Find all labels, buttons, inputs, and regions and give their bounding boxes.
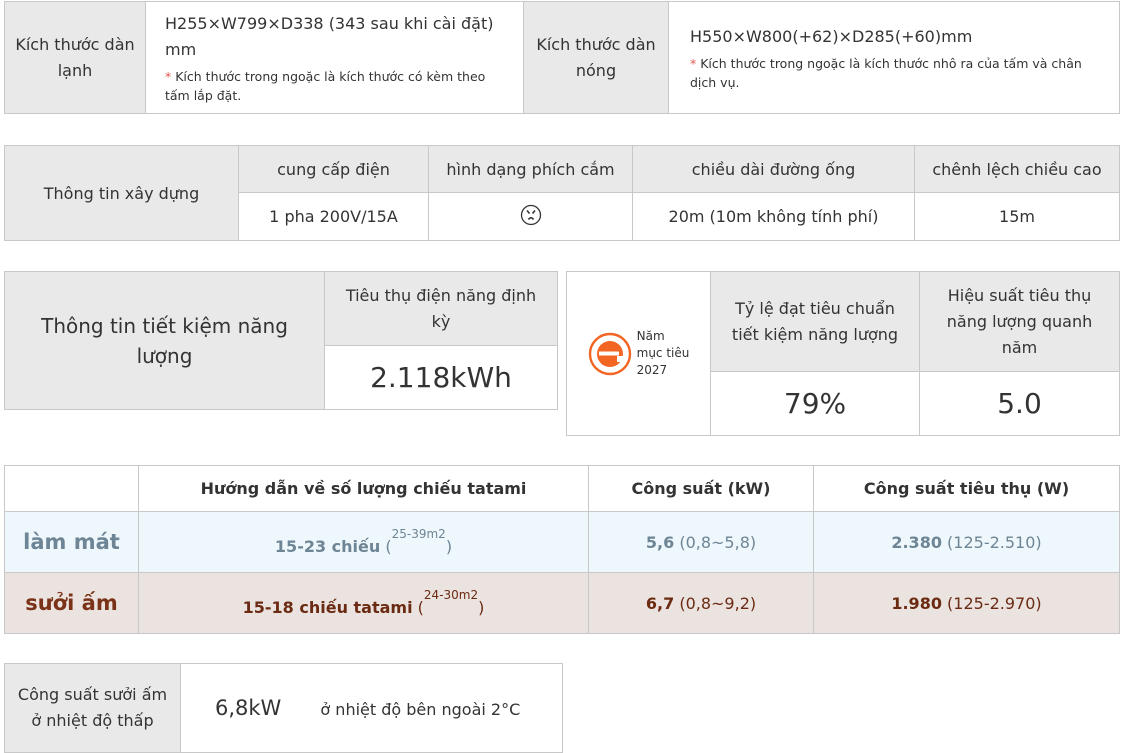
header-tatami-guide: Hướng dẫn về số lượng chiếu tatami [138,465,589,512]
outdoor-dimension-value-cell: H550×W800(+62)×D285(+60)mm * Kích thước … [668,1,1120,114]
consumption-value: 2.118kWh [324,345,558,410]
logo-text-line-3: 2027 [636,363,668,377]
header-power-supply: cung cấp điện [238,145,429,193]
power-supply-value: 1 pha 200V/15A [238,192,429,241]
indoor-note-text: Kích thước trong ngoặc là kích thước có … [165,68,486,103]
outdoor-dimension-note: * Kích thước trong ngoặc là kích thước n… [670,54,1118,92]
outdoor-dimension-label-cell: Kích thước dàn nóng [523,1,669,114]
low-temp-value-cell: 6,8kW ở nhiệt độ bên ngoài 2°C [180,663,563,753]
heating-capacity-range: (0,8~9,2) [679,593,757,613]
dimensions-table: Kích thước dàn lạnh H255×W799×D338 (343 … [4,1,1120,114]
indoor-dimension-value-cell: H255×W799×D338 (343 sau khi cài đặt) mm … [145,1,524,114]
construction-table: Thông tin xây dựng cung cấp điện hình dạ… [4,145,1120,241]
heating-area-paren: (24-30m2) [417,588,485,617]
heating-tatami-cell: 15-18 chiếu tatami (24-30m2) [138,572,589,634]
heating-capacity-cell: 6,7 (0,8~9,2) [588,572,814,634]
cooling-power-cell: 2.380 (125-2.510) [813,511,1120,573]
header-pipe-length: chiều dài đường ống [632,145,915,193]
indoor-dimension-value: H255×W799×D338 (343 sau khi cài đặt) mm [165,13,494,59]
low-temp-label-cell: Công suất sưởi ấm ở nhiệt độ thấp [4,663,181,753]
annual-value: 5.0 [919,371,1120,436]
performance-table: Hướng dẫn về số lượng chiếu tatami Công … [4,465,1120,634]
outdoor-dimension-value: H550×W800(+62)×D285(+60)mm [690,26,973,46]
consumption-label: Tiêu thụ điện năng định kỳ [345,285,537,331]
outdoor-note-text: Kích thước trong ngoặc là kích thước nhô… [690,55,1082,90]
pipe-length-value: 20m (10m không tính phí) [632,192,915,241]
logo-text-line-2: mục tiêu [636,346,690,360]
annual-label-cell: Hiệu suất tiêu thụ năng lượng quanh năm [919,271,1120,372]
indoor-dimension-label-cell: Kích thước dàn lạnh [4,1,146,114]
heating-label: sưởi ấm [4,572,139,634]
indoor-dimension-label: Kích thước dàn lạnh [15,34,135,80]
cooling-tatami: 15-23 chiếu [274,537,381,556]
outdoor-dimension-label: Kích thước dàn nóng [536,34,656,80]
heating-power-range: (125-2.970) [947,593,1042,613]
header-capacity: Công suất (kW) [588,465,814,512]
indoor-dimension-note: * Kích thước trong ngoặc là kích thước c… [147,67,522,105]
target-year-logo: Năm mục tiêu 2027 [568,328,709,379]
cooling-power: 2.380 [891,532,942,552]
note-asterisk: * [165,68,172,84]
header-plug-shape: hình dạng phích cắm [428,145,633,193]
height-difference-value: 15m [914,192,1120,241]
cooling-tatami-area: 25-39m2 [391,527,446,541]
energy-efficiency-table: Năm mục tiêu 2027 Tỷ lệ đạt tiêu chuẩn t… [566,271,1120,436]
rate-value: 79% [710,371,920,436]
cooling-capacity-cell: 5,6 (0,8~5,8) [588,511,814,573]
heating-power: 1.980 [891,593,942,613]
cooling-power-range: (125-2.510) [947,532,1042,552]
plug-shape-icon [520,204,541,225]
energy-title: Thông tin tiết kiệm năng lượng [41,313,288,368]
cooling-capacity: 5,6 [645,532,675,552]
heating-tatami-area: 24-30m2 [423,588,479,602]
target-year-text: Năm mục tiêu 2027 [637,328,690,379]
heating-row: sưởi ấm 15-18 chiếu tatami (24-30m2) 6,7… [4,572,1120,634]
rate-label: Tỷ lệ đạt tiêu chuẩn tiết kiệm năng lượn… [731,298,899,344]
target-year-logo-cell: Năm mục tiêu 2027 [566,271,711,436]
energy-info-table: Thông tin tiết kiệm năng lượng Tiêu thụ … [4,271,558,410]
heating-tatami: 15-18 chiếu tatami [242,598,413,617]
cooling-tatami-cell: 15-23 chiếu (25-39m2) [138,511,589,573]
rate-label-cell: Tỷ lệ đạt tiêu chuẩn tiết kiệm năng lượn… [710,271,920,372]
annual-label: Hiệu suất tiêu thụ năng lượng quanh năm [946,285,1093,357]
logo-text-line-1: Năm [636,329,665,343]
heating-capacity: 6,7 [645,593,675,613]
energy-title-cell: Thông tin tiết kiệm năng lượng [4,271,325,410]
header-power-consumption: Công suất tiêu thụ (W) [813,465,1120,512]
heating-power-cell: 1.980 (125-2.970) [813,572,1120,634]
header-height-difference: chênh lệch chiều cao [914,145,1120,193]
cooling-area-paren: (25-39m2) [385,527,453,556]
low-temp-heating-table: Công suất sưởi ấm ở nhiệt độ thấp 6,8kW … [4,663,563,753]
energy-e-mark-icon [588,332,631,375]
cooling-capacity-range: (0,8~5,8) [679,532,757,552]
plug-shape-cell [428,192,633,241]
header-empty [4,465,139,512]
low-temp-condition: ở nhiệt độ bên ngoài 2°C [320,700,521,719]
note-asterisk: * [690,55,697,71]
cooling-label: làm mát [4,511,139,573]
low-temp-label: Công suất sưởi ấm ở nhiệt độ thấp [17,685,168,730]
low-temp-value: 6,8kW [215,696,282,720]
consumption-label-cell: Tiêu thụ điện năng định kỳ [324,271,558,346]
construction-title: Thông tin xây dựng [4,145,239,241]
cooling-row: làm mát 15-23 chiếu (25-39m2) 5,6 (0,8~5… [4,511,1120,573]
